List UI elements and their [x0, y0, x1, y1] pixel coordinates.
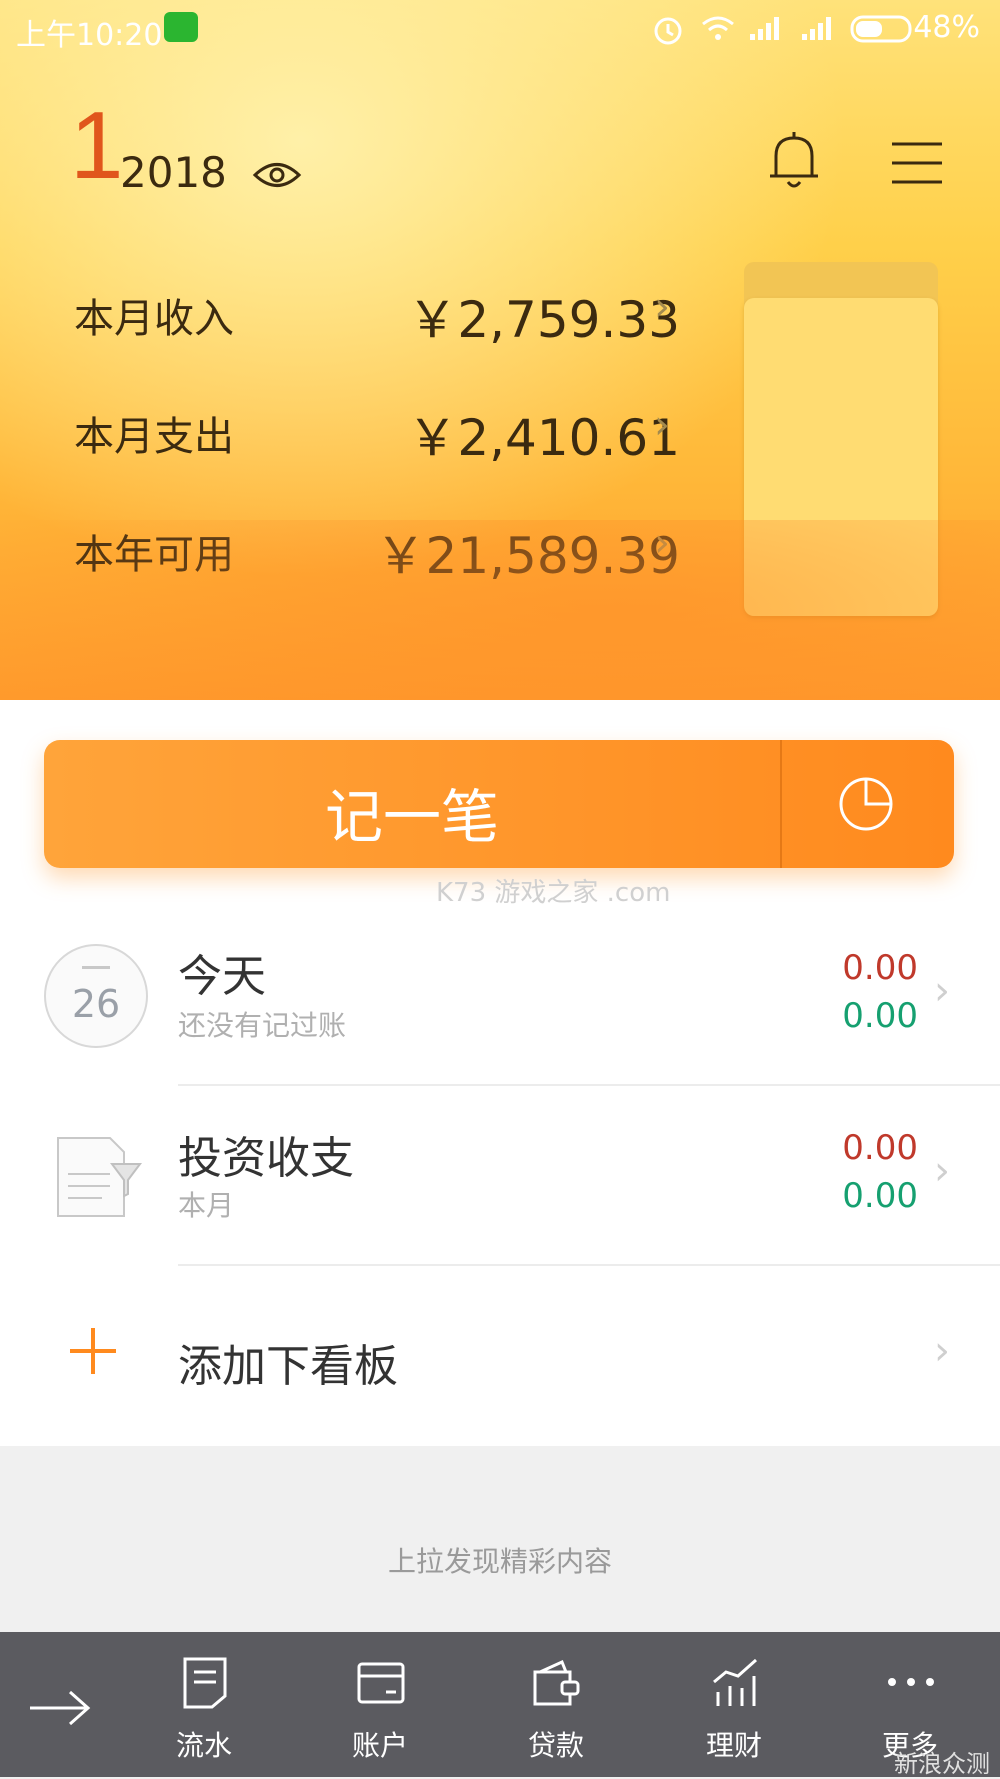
- bottom-nav: 流水 账户 贷款 理财 更多: [0, 1632, 1000, 1777]
- more-icon: [888, 1678, 934, 1686]
- investment-income: 0.00: [842, 1128, 918, 1168]
- today-income: 0.00: [842, 948, 918, 988]
- current-month[interactable]: 1: [70, 98, 123, 194]
- header-banner: 上午10:20 48% 1 2018 本月收入 ￥2,759.33 › 本月支出…: [0, 0, 1000, 700]
- nav-item-wealth[interactable]: 理财: [674, 1632, 794, 1777]
- budget-card[interactable]: [744, 298, 938, 616]
- signal-icon: [802, 17, 831, 40]
- wallet-icon: [533, 1659, 580, 1706]
- divider: [178, 1264, 1000, 1266]
- divider: [178, 1084, 1000, 1086]
- board-subtitle-investment: 本月: [178, 1189, 235, 1222]
- chart-icon: [713, 1658, 757, 1706]
- corner-watermark: 新浪众测: [894, 1750, 990, 1778]
- card-icon: [357, 1662, 405, 1704]
- month-income-amount[interactable]: ￥2,759.33: [407, 280, 680, 352]
- chevron-right-icon[interactable]: ›: [934, 1328, 950, 1374]
- today-expense: 0.00: [842, 996, 918, 1036]
- alarm-icon: [654, 17, 682, 45]
- record-button-label: 记一笔: [324, 783, 499, 851]
- add-board-label[interactable]: 添加下看板: [178, 1330, 398, 1394]
- chevron-right-icon: ›: [654, 402, 670, 448]
- chevron-right-icon: ›: [654, 520, 670, 566]
- current-year[interactable]: 2018: [120, 148, 227, 197]
- nav-item-accounts[interactable]: 账户: [320, 1632, 440, 1777]
- pull-up-hint: 上拉发现精彩内容: [387, 1545, 612, 1578]
- nav-item-flow[interactable]: 流水: [144, 1632, 264, 1777]
- nav-label: 理财: [705, 1729, 762, 1762]
- nav-label: 账户: [351, 1729, 408, 1762]
- chevron-right-icon[interactable]: ›: [934, 968, 950, 1014]
- bell-icon[interactable]: [768, 130, 820, 192]
- calendar-day: 26: [71, 982, 121, 1026]
- eye-icon[interactable]: [252, 158, 302, 192]
- chevron-right-icon[interactable]: ›: [934, 1148, 950, 1194]
- record-button[interactable]: 记一笔: [44, 740, 954, 868]
- pie-chart-icon[interactable]: [838, 776, 894, 832]
- plus-icon[interactable]: [68, 1326, 118, 1376]
- nav-label: 流水: [175, 1729, 232, 1762]
- year-available-amount[interactable]: ￥21,589.39: [376, 516, 680, 588]
- note-icon: [183, 1657, 227, 1709]
- month-expense-label[interactable]: 本月支出: [74, 404, 234, 462]
- status-bar: 上午10:20 48%: [0, 0, 1000, 56]
- calendar-icon: 26: [44, 944, 148, 1048]
- battery-icon: [850, 15, 912, 43]
- wechat-icon: [164, 12, 198, 42]
- month-expense-amount[interactable]: ￥2,410.61: [407, 398, 680, 470]
- wifi-icon: [702, 16, 734, 40]
- watermark: K73 游戏之家 .com: [436, 878, 671, 908]
- signal-icon: [750, 17, 779, 40]
- month-income-label[interactable]: 本月收入: [74, 286, 234, 344]
- battery-percent: 48%: [913, 10, 980, 45]
- board-subtitle-today: 还没有记过账: [178, 1009, 347, 1042]
- board-title-investment[interactable]: 投资收支: [178, 1122, 354, 1186]
- investment-expense: 0.00: [842, 1176, 918, 1216]
- nav-label: 贷款: [527, 1729, 584, 1762]
- chevron-right-icon: ›: [654, 284, 670, 330]
- document-filter-icon: [57, 1137, 142, 1217]
- divider: [780, 740, 782, 868]
- status-time: 上午10:20: [16, 18, 163, 53]
- board-title-today[interactable]: 今天: [178, 940, 266, 1004]
- menu-icon[interactable]: [890, 140, 944, 186]
- nav-item-loans[interactable]: 贷款: [496, 1632, 616, 1777]
- arrow-right-icon[interactable]: [28, 1688, 92, 1728]
- year-available-label[interactable]: 本年可用: [74, 522, 234, 580]
